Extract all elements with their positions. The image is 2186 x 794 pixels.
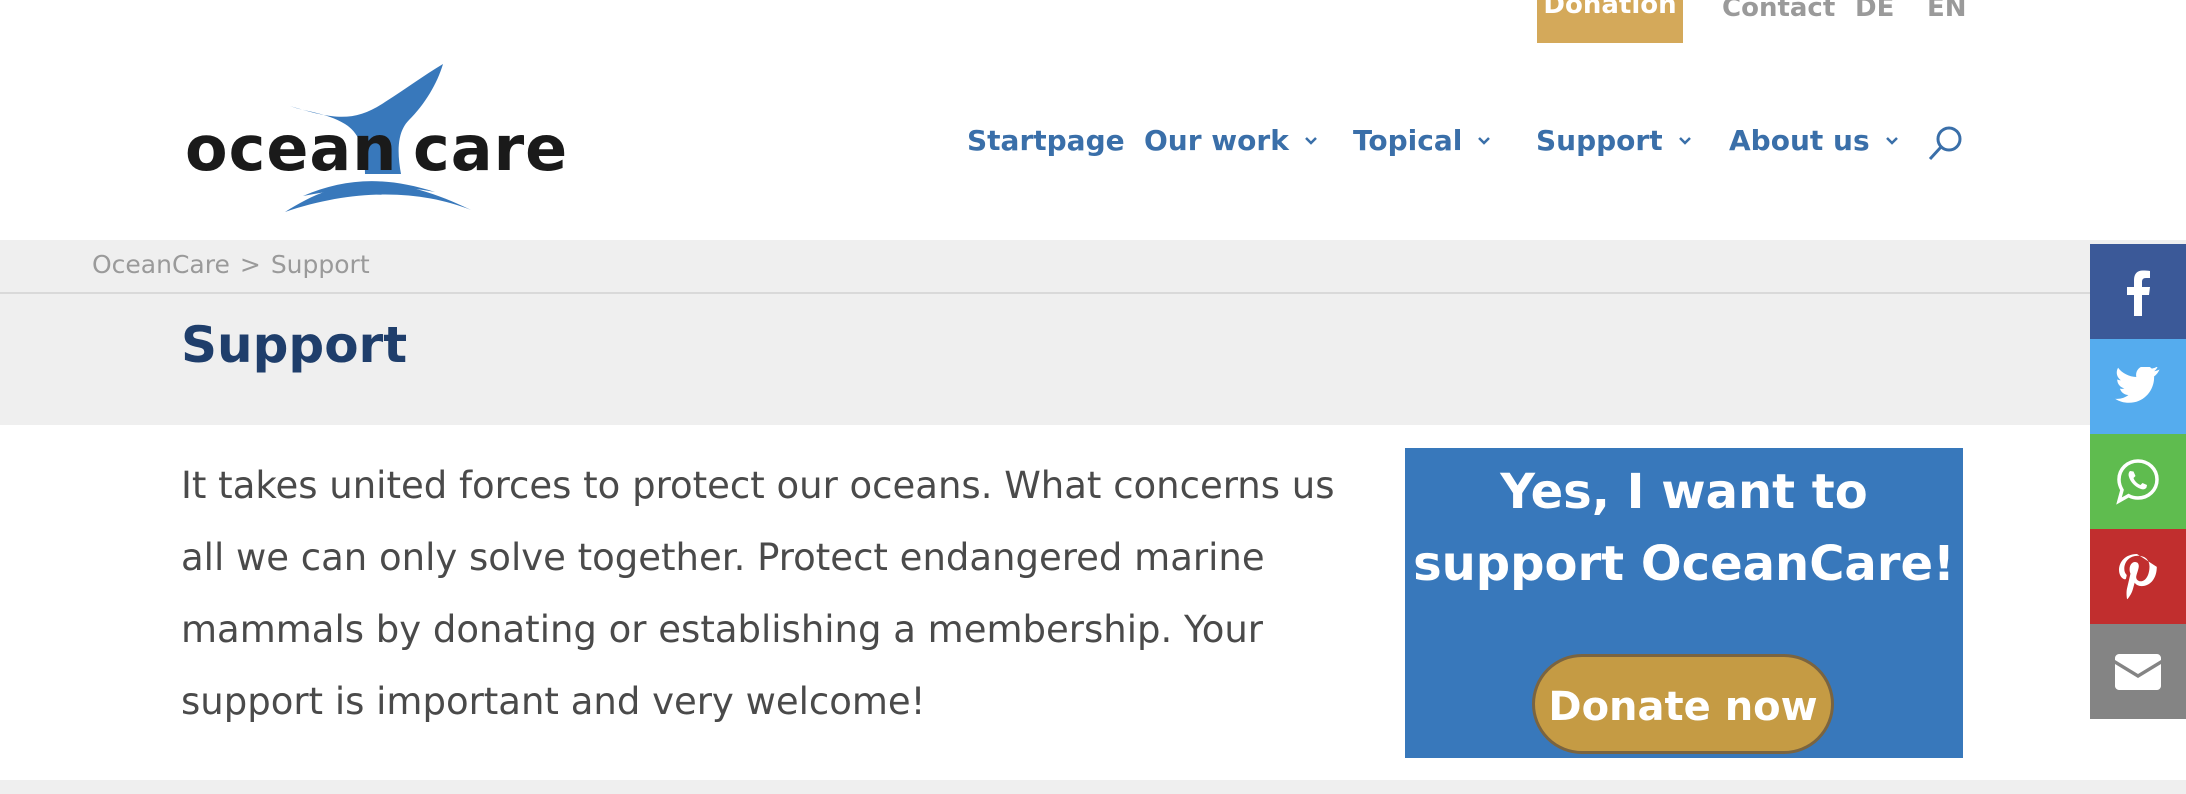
- chevron-down-icon: [1885, 136, 1898, 145]
- nav-item-label: Our work: [1144, 124, 1289, 157]
- support-cta-box: Yes, I want to support OceanCare! Donate…: [1405, 448, 1963, 758]
- breadcrumb-home-link[interactable]: OceanCare: [92, 250, 230, 279]
- twitter-icon: [2115, 366, 2160, 403]
- language-en-link[interactable]: EN: [1927, 0, 1967, 21]
- nav-item-support[interactable]: Support: [1536, 124, 1693, 157]
- nav-item-label: Support: [1536, 124, 1663, 157]
- contact-link[interactable]: Contact: [1722, 0, 1835, 21]
- twitter-share-button[interactable]: [2090, 339, 2186, 434]
- breadcrumb-current: Support: [270, 250, 370, 279]
- intro-paragraph: It takes united forces to protect our oc…: [181, 464, 1335, 723]
- nav-item-about-us[interactable]: About us: [1729, 124, 1900, 157]
- breadcrumb: OceanCare > Support: [92, 250, 370, 279]
- nav-item-label: About us: [1729, 124, 1870, 157]
- nav-item-label: Topical: [1353, 124, 1463, 157]
- breadcrumb-separator: >: [239, 250, 261, 279]
- language-de-link[interactable]: DE: [1855, 0, 1894, 21]
- email-share-button[interactable]: [2090, 624, 2186, 719]
- pinterest-share-button[interactable]: [2090, 529, 2186, 624]
- donate-now-button[interactable]: Donate now: [1532, 654, 1834, 754]
- logo-text-ocean: ocean: [185, 112, 398, 185]
- chevron-down-icon: [1478, 136, 1491, 145]
- whatsapp-icon: [2116, 458, 2159, 505]
- nav-item-topical[interactable]: Topical: [1353, 124, 1492, 157]
- breadcrumb-divider: [0, 292, 2090, 294]
- bottom-divider-strip: [0, 780, 2186, 794]
- chevron-down-icon: [1678, 136, 1691, 145]
- nav-item-our-work[interactable]: Our work: [1144, 124, 1319, 157]
- whatsapp-share-button[interactable]: [2090, 434, 2186, 529]
- logo-text-care: care: [413, 112, 569, 185]
- share-sidebar: [2090, 244, 2186, 719]
- nav-item-startpage[interactable]: Startpage: [967, 124, 1125, 157]
- top-utility-bar: Donation Contact DE EN: [0, 0, 1967, 44]
- mail-icon: [2115, 653, 2161, 690]
- page-title: Support: [181, 316, 408, 374]
- support-cta-heading: Yes, I want to support OceanCare!: [1413, 464, 1955, 592]
- donation-button[interactable]: Donation: [1537, 0, 1683, 43]
- facebook-icon: [2127, 270, 2150, 316]
- page-header-band: OceanCare > Support Support: [0, 240, 2186, 425]
- chevron-down-icon: [1304, 136, 1317, 145]
- oceancare-logo[interactable]: ocean care: [185, 62, 567, 222]
- nav-item-label: Startpage: [967, 124, 1125, 157]
- facebook-share-button[interactable]: [2090, 244, 2186, 339]
- pinterest-icon: [2119, 553, 2157, 599]
- search-icon[interactable]: [1925, 124, 1965, 164]
